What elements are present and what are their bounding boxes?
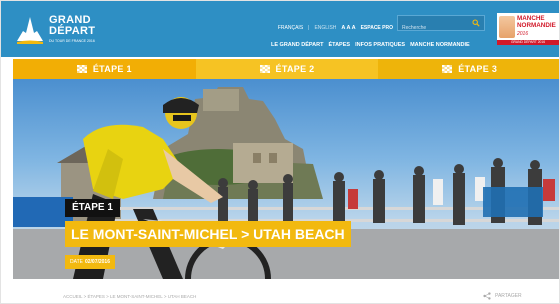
share-button[interactable]: PARTAGER xyxy=(483,292,522,300)
logo-title: GRAND DÉPART xyxy=(49,14,96,37)
hero-title: LE MONT-SAINT-MICHEL > UTAH BEACH xyxy=(65,221,351,247)
tab-etape-2[interactable]: ÉTAPE 2 xyxy=(195,59,379,79)
flag-icon xyxy=(442,65,453,73)
nav-item-infos-pratiques[interactable]: INFOS PRATIQUES xyxy=(355,42,405,48)
pro-space-link[interactable]: ESPACE PRO xyxy=(361,25,393,31)
badge-line-3: 2016 xyxy=(517,31,529,37)
stage-tabs: ÉTAPE 1 ÉTAPE 2 ÉTAPE 3 xyxy=(13,59,559,79)
main-nav: LE GRAND DÉPART ÉTAPES INFOS PRATIQUES M… xyxy=(271,42,470,48)
nav-item-etapes[interactable]: ÉTAPES xyxy=(328,42,350,48)
page: GRAND DÉPART DU TOUR DE FRANCE 2016 FRAN… xyxy=(0,0,560,304)
badge-line-4: GRAND DÉPART 2016 xyxy=(497,40,559,45)
flag-icon xyxy=(259,65,270,73)
logo-subtitle: DU TOUR DE FRANCE 2016 xyxy=(49,39,95,43)
lang-english-link[interactable]: ENGLISH xyxy=(314,25,336,31)
search-icon[interactable] xyxy=(472,19,480,27)
mont-saint-michel-logo-icon xyxy=(17,17,43,44)
tab-etape-1-label: ÉTAPE 1 xyxy=(92,64,132,74)
badge-image xyxy=(499,16,515,38)
site-header: GRAND DÉPART DU TOUR DE FRANCE 2016 FRAN… xyxy=(1,1,559,57)
lang-separator: | xyxy=(308,25,310,31)
badge-line-2: NORMANDIE xyxy=(517,22,556,29)
hero-photo xyxy=(13,87,559,279)
hero-stage-label: ÉTAPE 1 xyxy=(65,199,120,217)
hero-banner: ÉTAPE 1 LE MONT-SAINT-MICHEL > UTAH BEAC… xyxy=(13,79,559,279)
breadcrumb[interactable]: ACCUEIL > ÉTAPES > LE MONT-SAINT-MICHEL … xyxy=(63,294,196,299)
hero-date-value: 02/07/2016 xyxy=(84,259,110,265)
search-input[interactable] xyxy=(398,21,468,35)
hero-date-label: DATE xyxy=(70,259,83,265)
search-box xyxy=(397,15,485,35)
lang-french-link[interactable]: FRANÇAIS xyxy=(278,25,303,31)
flag-icon xyxy=(76,65,87,73)
site-logo[interactable]: GRAND DÉPART DU TOUR DE FRANCE 2016 xyxy=(15,13,115,49)
tab-etape-3[interactable]: ÉTAPE 3 xyxy=(378,59,559,79)
text-size-control[interactable]: A A A xyxy=(341,25,355,31)
manche-normandie-badge[interactable]: MANCHE NORMANDIE 2016 GRAND DÉPART 2016 xyxy=(497,13,559,45)
nav-item-manche-normandie[interactable]: MANCHE NORMANDIE xyxy=(410,42,470,48)
tab-etape-1[interactable]: ÉTAPE 1 xyxy=(13,59,196,79)
share-icon xyxy=(483,292,491,300)
utility-links: FRANÇAIS | ENGLISH A A A ESPACE PRO xyxy=(278,25,393,31)
nav-item-grand-depart[interactable]: LE GRAND DÉPART xyxy=(271,42,323,48)
tab-etape-3-label: ÉTAPE 3 xyxy=(458,64,498,74)
tab-etape-2-label: ÉTAPE 2 xyxy=(275,64,315,74)
hero-date: DATE 02/07/2016 xyxy=(65,255,115,269)
share-label: PARTAGER xyxy=(495,293,522,299)
